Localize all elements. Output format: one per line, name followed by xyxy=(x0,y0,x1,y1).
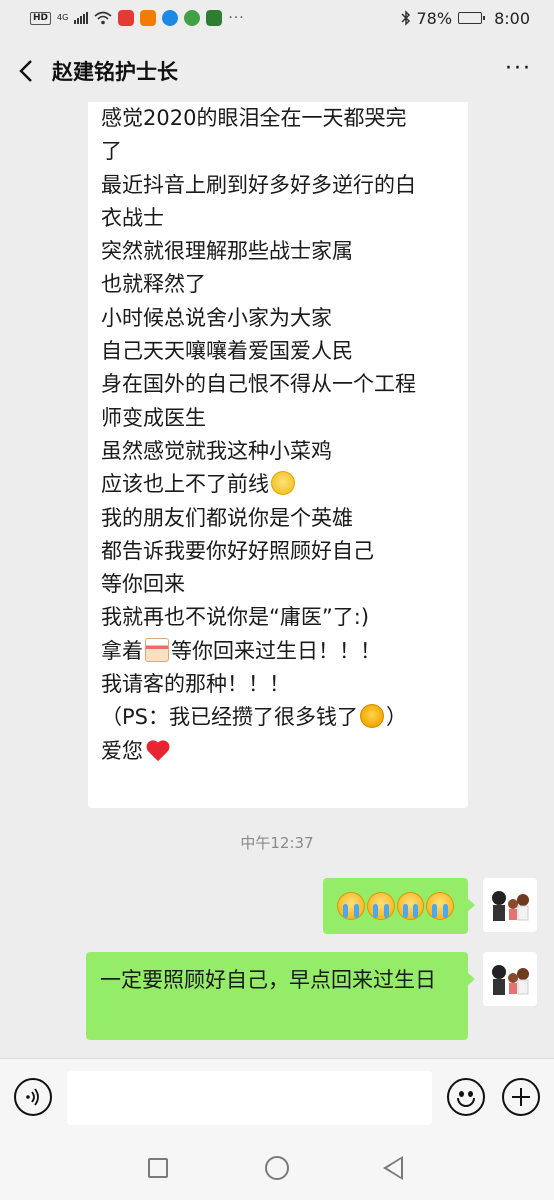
emoji-icon xyxy=(459,1091,464,1097)
message-line: 衣战士 xyxy=(101,205,164,230)
back-triangle-icon[interactable] xyxy=(383,1156,403,1180)
status-left: HD 4G ··· xyxy=(30,10,245,26)
message-text: 等你回来过生日！！！ xyxy=(171,638,381,663)
message-list[interactable]: 感觉2020的眼泪全在一天都哭完 了 最近抖音上刷到好多好多逆行的白 衣战士 突… xyxy=(0,102,554,1058)
avatar[interactable] xyxy=(483,952,537,1006)
message-line: 最近抖音上刷到好多好多逆行的白 xyxy=(101,172,416,197)
sent-message-bubble[interactable]: 一定要照顾好自己，早点回来过生日 xyxy=(86,952,475,1040)
message-line: 师变成医生 xyxy=(101,405,206,430)
crying-face-emoji xyxy=(337,892,365,920)
hd-icon: HD xyxy=(30,11,52,25)
app-notification-icon xyxy=(184,10,201,26)
message-line: 感觉2020的眼泪全在一天都哭完 xyxy=(101,106,407,130)
message-line: 也就释然了 xyxy=(101,272,206,297)
signal-icon xyxy=(74,12,89,24)
app-notification-icon xyxy=(140,10,157,26)
message-line: 应该也上不了前线 xyxy=(101,468,458,501)
status-right: 78% 8:00 xyxy=(400,8,530,28)
clock: 8:00 xyxy=(494,8,530,28)
more-options-button[interactable]: ··· xyxy=(505,56,532,81)
sent-emoji-message-bubble[interactable] xyxy=(323,878,475,934)
app-notification-icon xyxy=(118,10,135,26)
message-text: 爱您 xyxy=(101,738,143,763)
received-message-bubble[interactable]: 感觉2020的眼泪全在一天都哭完 了 最近抖音上刷到好多好多逆行的白 衣战士 突… xyxy=(88,102,468,808)
wifi-icon xyxy=(94,11,112,25)
message-input[interactable] xyxy=(67,1071,432,1125)
message-line: 等你回来 xyxy=(101,572,185,597)
message-line: 突然就很理解那些战士家属 xyxy=(101,239,353,264)
recent-apps-square-icon[interactable] xyxy=(148,1158,168,1178)
message-text: ） xyxy=(386,705,407,730)
back-button[interactable] xyxy=(0,40,52,102)
cake-emoji xyxy=(145,637,169,662)
chat-header: 赵建铭护士长 ··· xyxy=(0,40,554,102)
more-notifications-indicator: ··· xyxy=(228,10,245,26)
message-line: 了 xyxy=(101,139,122,164)
status-bar: HD 4G ··· 78% 8:00 xyxy=(0,0,554,36)
voice-input-icon xyxy=(26,1088,39,1106)
message-line: 我就再也不说你是“庸医”了:) xyxy=(101,605,370,630)
crying-face-emoji xyxy=(396,892,425,920)
crying-face-emoji xyxy=(366,892,395,920)
app-notification-icon xyxy=(162,10,179,26)
chat-title: 赵建铭护士长 xyxy=(52,60,178,84)
avatar[interactable] xyxy=(483,878,537,932)
network-type-label: 4G xyxy=(57,13,69,22)
message-line: （PS：我已经攒了很多钱了 ） xyxy=(101,701,458,734)
message-line: 自己天天嚷嚷着爱国爱人民 xyxy=(101,339,353,364)
avatar-image xyxy=(483,878,537,932)
crying-face-emoji xyxy=(426,892,454,920)
message-timestamp: 中午12:37 xyxy=(240,834,314,852)
message-line: 我请客的那种！！！ xyxy=(101,672,290,697)
voice-input-button[interactable] xyxy=(14,1078,52,1116)
red-heart-emoji xyxy=(145,738,171,762)
avatar-image xyxy=(483,952,537,1006)
message-line: 爱您 xyxy=(101,735,458,768)
system-navigation-bar xyxy=(0,1138,554,1200)
message-line: 小时候总说舍小家为大家 xyxy=(101,305,332,330)
message-line: 我的朋友们都说你是个英雄 xyxy=(101,505,353,530)
home-circle-icon[interactable] xyxy=(265,1156,289,1180)
emoji-button[interactable] xyxy=(447,1078,485,1116)
battery-icon xyxy=(458,12,486,24)
chevron-left-icon xyxy=(19,60,32,82)
message-text: 应该也上不了前线 xyxy=(101,472,269,497)
emoji-icon-mouth xyxy=(457,1098,475,1107)
triumph-face-emoji xyxy=(360,704,384,729)
message-line: 虽然感觉就我这种小菜鸡 xyxy=(101,438,332,463)
app-notification-icon xyxy=(206,10,223,26)
more-functions-button[interactable] xyxy=(502,1078,540,1116)
message-text: 一定要照顾好自己，早点回来过生日 xyxy=(100,968,436,992)
message-text: 拿着 xyxy=(101,638,143,663)
bluetooth-icon xyxy=(400,10,410,26)
message-line: 拿着 等你回来过生日！！！ xyxy=(101,635,458,668)
chat-input-bar xyxy=(0,1058,554,1138)
dizzy-face-emoji xyxy=(271,471,295,496)
message-text: （PS：我已经攒了很多钱了 xyxy=(101,705,358,730)
message-line: 都告诉我要你好好照顾好自己 xyxy=(101,538,374,563)
message-line: 身在国外的自己恨不得从一个工程 xyxy=(101,372,416,397)
battery-percent: 78% xyxy=(416,8,453,28)
emoji-icon-eye xyxy=(468,1091,473,1097)
